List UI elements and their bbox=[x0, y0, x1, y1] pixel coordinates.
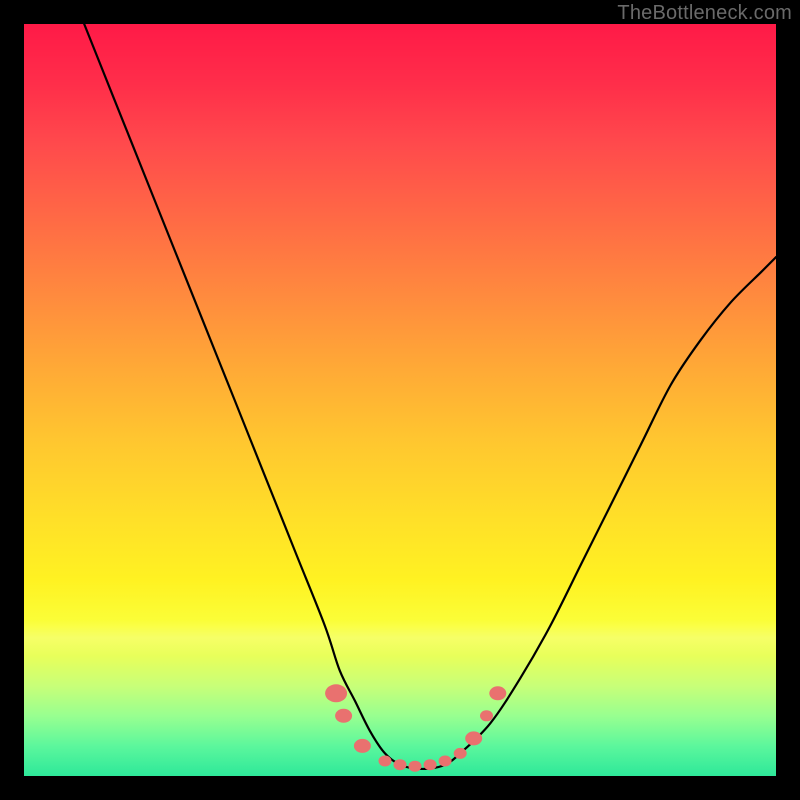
plot-area bbox=[24, 24, 776, 776]
curve-marker bbox=[439, 756, 452, 767]
watermark-text: TheBottleneck.com bbox=[617, 2, 792, 25]
curve-marker bbox=[424, 759, 437, 770]
curve-marker bbox=[409, 761, 422, 772]
curve-marker bbox=[335, 709, 352, 723]
curve-marker bbox=[480, 710, 493, 721]
curve-marker bbox=[454, 748, 467, 759]
chart-frame: TheBottleneck.com bbox=[0, 0, 800, 800]
curve-marker bbox=[465, 731, 482, 745]
curve-marker bbox=[394, 759, 407, 770]
chart-svg bbox=[24, 24, 776, 776]
curve-marker bbox=[325, 684, 347, 702]
curve-marker bbox=[489, 686, 506, 700]
bottleneck-curve bbox=[84, 24, 776, 769]
curve-marker bbox=[354, 739, 371, 753]
curve-marker bbox=[379, 756, 392, 767]
